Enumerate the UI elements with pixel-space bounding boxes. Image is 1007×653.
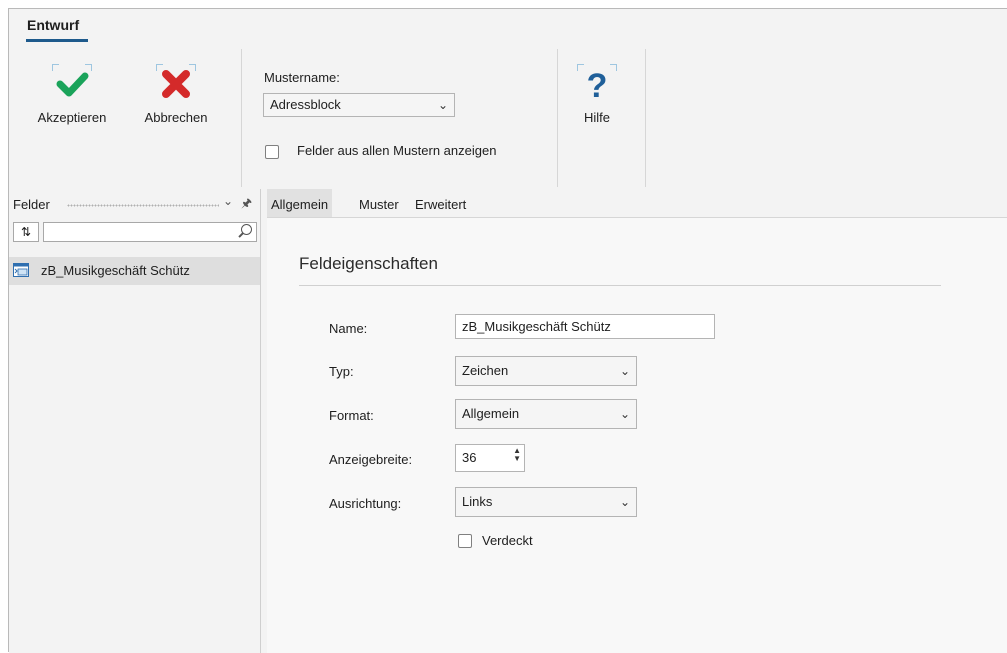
show-all-fields-label: Felder aus allen Mustern anzeigen — [297, 143, 497, 158]
anzeigebreite-label: Anzeigebreite: — [329, 452, 413, 467]
ribbon-separator — [557, 49, 558, 187]
x-icon — [156, 64, 196, 104]
verdeckt-label: Verdeckt — [482, 533, 533, 548]
mustername-value: Adressblock — [270, 97, 341, 112]
name-field[interactable]: zB_Musikgeschäft Schütz — [455, 314, 715, 339]
tab-erweitert[interactable]: Erweitert — [411, 189, 470, 217]
ribbon-tab-entwurf[interactable]: Entwurf — [27, 17, 79, 33]
chevron-down-icon[interactable]: ⌄ — [223, 194, 233, 208]
field-icon — [13, 263, 29, 277]
ribbon: Entwurf Akzeptieren Abbrechen Mustername… — [9, 9, 1007, 190]
page-title: Feldeigenschaften — [299, 254, 438, 273]
fields-toolbar: ⇅ — [13, 222, 257, 244]
format-value: Allgemein — [462, 406, 520, 421]
cancel-button[interactable]: Abbrechen — [131, 64, 221, 125]
fields-panel-title: Felder — [13, 197, 50, 212]
svg-text:?: ? — [587, 67, 608, 104]
typ-select[interactable]: Zeichen ⌄ — [455, 356, 637, 386]
panel-grip[interactable] — [67, 204, 219, 207]
help-button[interactable]: ? Hilfe — [569, 64, 625, 125]
verdeckt-checkbox[interactable] — [458, 534, 472, 548]
mustername-select[interactable]: Adressblock ⌄ — [263, 93, 455, 117]
ribbon-separator — [241, 49, 242, 187]
sort-button[interactable]: ⇅ — [13, 222, 39, 242]
typ-label: Typ: — [329, 364, 354, 379]
ausrichtung-select[interactable]: Links ⌄ — [455, 487, 637, 517]
list-item-label: zB_Musikgeschäft Schütz — [41, 263, 190, 278]
ausrichtung-value: Links — [462, 494, 493, 509]
chevron-down-icon: ⌄ — [619, 407, 630, 421]
fields-panel: Felder ⌄ 🖈 ⇅ zB_Musikgeschäft Schütz — [9, 189, 261, 653]
chevron-down-icon: ⌄ — [619, 364, 630, 378]
properties-area: Feldeigenschaften Name: zB_Musikgeschäft… — [267, 218, 1007, 653]
accept-label: Akzeptieren — [37, 110, 107, 125]
help-label: Hilfe — [583, 110, 610, 125]
ribbon-tab-indicator — [26, 39, 88, 42]
format-select[interactable]: Allgemein ⌄ — [455, 399, 637, 429]
spin-arrows-icon[interactable]: ▲ ▼ — [513, 447, 521, 463]
mustername-label: Mustername: — [264, 70, 340, 85]
fields-search-input[interactable] — [43, 222, 257, 242]
chevron-down-icon: ⌄ — [437, 98, 448, 112]
anzeigebreite-stepper[interactable]: 36 ▲ ▼ — [455, 444, 525, 472]
typ-value: Zeichen — [462, 363, 509, 378]
checkmark-icon — [52, 64, 92, 104]
anzeigebreite-value: 36 — [462, 450, 477, 465]
tab-allgemein[interactable]: Allgemein — [267, 189, 333, 217]
accept-button[interactable]: Akzeptieren — [27, 64, 117, 125]
format-label: Format: — [329, 408, 374, 423]
ausrichtung-label: Ausrichtung: — [329, 496, 402, 511]
property-tabs: Allgemein Muster Erweitert — [267, 189, 1007, 218]
pin-icon[interactable]: 🖈 — [241, 194, 252, 215]
tab-muster[interactable]: Muster — [355, 189, 403, 217]
name-label: Name: — [329, 321, 368, 336]
heading-divider — [299, 285, 941, 286]
window: Entwurf Akzeptieren Abbrechen Mustername… — [8, 8, 1007, 653]
question-icon: ? — [577, 64, 617, 105]
show-all-fields-checkbox[interactable] — [265, 145, 279, 159]
ribbon-separator — [645, 49, 646, 187]
chevron-down-icon: ⌄ — [619, 495, 630, 509]
list-item[interactable]: zB_Musikgeschäft Schütz — [9, 257, 260, 285]
cancel-label: Abbrechen — [144, 110, 208, 125]
search-icon — [241, 224, 252, 235]
